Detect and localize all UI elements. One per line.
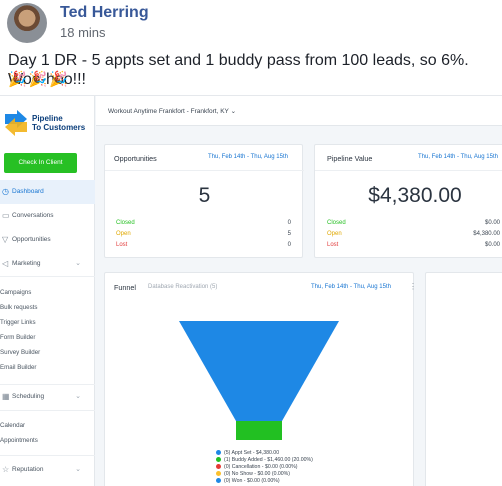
sidebar-item-dashboard[interactable]: ◷ Dashboard <box>0 180 95 204</box>
stat-label-closed: Closed <box>327 220 346 226</box>
sidebar-subitem-appointments[interactable]: Appointments <box>0 437 38 444</box>
divider <box>315 170 502 171</box>
side-panel-card <box>425 272 502 486</box>
sidebar-subitem-survey-builder[interactable]: Survey Builder <box>0 349 40 356</box>
stat-value-closed: $0.00 <box>484 220 500 226</box>
legend-label: (5) Appt Set - $4,380.00 <box>224 450 280 456</box>
megaphone-icon: ◁ <box>2 259 9 268</box>
stat-value-lost: $0.00 <box>484 242 500 248</box>
date-range[interactable]: Thu, Feb 14th - Thu, Aug 15th <box>418 154 498 160</box>
sidebar-item-label: Marketing <box>12 260 41 267</box>
legend-dot <box>216 478 221 483</box>
more-options-icon[interactable]: ⋮ <box>409 282 417 291</box>
pipeline-value-card: Pipeline Value Thu, Feb 14th - Thu, Aug … <box>314 144 502 258</box>
stat-value-lost: 0 <box>287 242 291 248</box>
author-avatar[interactable] <box>7 3 47 43</box>
top-bar: Workout Anytime Frankfort - Frankfort, K… <box>96 96 502 126</box>
legend-dot <box>216 457 221 462</box>
sidebar-item-scheduling[interactable]: ▦ Scheduling ⌄ <box>0 385 95 409</box>
sidebar-item-opportunities[interactable]: ▽ Opportunities <box>0 228 95 252</box>
legend-item: (0) No Show - $0.00 (0.00%) <box>216 471 290 477</box>
stat-value-open: 5 <box>287 231 291 237</box>
author-name[interactable]: Ted Herring <box>60 4 149 22</box>
sidebar-subitem-bulk-requests[interactable]: Bulk requests <box>0 304 38 311</box>
legend-label: (1) Buddy Added - $1,460.00 (20.00%) <box>224 457 313 463</box>
calendar-icon: ▦ <box>2 392 10 401</box>
star-icon: ☆ <box>2 465 10 474</box>
sidebar-item-label: Conversations <box>12 212 54 219</box>
chat-icon: ▭ <box>2 211 10 220</box>
chevron-down-icon: ⌄ <box>75 260 81 267</box>
sidebar-item-conversations[interactable]: ▭ Conversations <box>0 204 95 228</box>
legend-dot <box>216 450 221 455</box>
funnel-card: Funnel Database Reactivation (5) Thu, Fe… <box>104 272 417 486</box>
sidebar-item-marketing[interactable]: ◁ Marketing ⌄ <box>0 252 95 276</box>
app-logo: Pipeline To Customers <box>3 108 93 142</box>
chevron-down-icon: ⌄ <box>75 393 81 400</box>
legend-item: (5) Appt Set - $4,380.00 <box>216 450 279 456</box>
funnel-stage-buddy-added[interactable] <box>236 421 282 440</box>
sidebar-subitem-campaigns[interactable]: Campaigns <box>0 289 31 296</box>
date-range[interactable]: Thu, Feb 14th - Thu, Aug 15th <box>208 154 288 160</box>
card-title: Pipeline Value <box>327 154 373 163</box>
post-timestamp[interactable]: 18 mins <box>60 25 106 40</box>
sidebar-item-label: Scheduling <box>12 393 45 400</box>
sidebar-item-reputation[interactable]: ☆ Reputation ⌄ <box>0 458 95 482</box>
location-name: Workout Anytime Frankfort - Frankfort, K… <box>108 108 229 115</box>
sidebar-subitem-calendar[interactable]: Calendar <box>0 422 25 429</box>
legend-dot <box>216 471 221 476</box>
sidebar: Pipeline To Customers Check In Client ◷ … <box>0 96 95 486</box>
check-in-client-button[interactable]: Check In Client <box>4 153 77 173</box>
sidebar-subitem-form-builder[interactable]: Form Builder <box>0 334 35 341</box>
sidebar-subitem-email-builder[interactable]: Email Builder <box>0 364 36 371</box>
stat-value-open: $4,380.00 <box>473 231 500 237</box>
legend-item: (0) Cancellation - $0.00 (0.00%) <box>216 464 298 470</box>
sidebar-subitem-trigger-links[interactable]: Trigger Links <box>0 319 36 326</box>
legend-item: (1) Buddy Added - $1,460.00 (20.00%) <box>216 457 313 463</box>
legend-label: (0) Won - $0.00 (0.00%) <box>224 478 280 484</box>
funnel-chart <box>179 321 339 440</box>
location-selector[interactable]: Workout Anytime Frankfort - Frankfort, K… <box>108 107 236 115</box>
legend-label: (0) Cancellation - $0.00 (0.00%) <box>224 464 298 470</box>
party-popper-emojis: 🎉🎉🎉 <box>8 71 71 88</box>
logo-text: Pipeline To Customers <box>32 114 85 132</box>
facebook-post: Ted Herring 18 mins Day 1 DR - 5 appts s… <box>0 0 502 486</box>
funnel-pipeline-name[interactable]: Database Reactivation (5) <box>148 284 217 290</box>
sidebar-item-label: Reputation <box>12 466 44 473</box>
card-title: Opportunities <box>114 154 157 163</box>
opportunities-card: Opportunities Thu, Feb 14th - Thu, Aug 1… <box>104 144 304 258</box>
chevron-down-icon: ⌄ <box>230 108 237 115</box>
date-range[interactable]: Thu, Feb 14th - Thu, Aug 15th <box>311 284 391 290</box>
divider <box>0 410 95 411</box>
stat-label-open: Open <box>116 231 131 237</box>
sidebar-item-label: Dashboard <box>12 188 44 195</box>
opportunities-total: 5 <box>198 184 211 207</box>
stat-label-closed: Closed <box>116 220 135 226</box>
post-text: Day 1 DR - 5 appts set and 1 buddy pass … <box>8 52 469 88</box>
legend-label: (0) No Show - $0.00 (0.00%) <box>224 471 291 477</box>
sidebar-item-label: Opportunities <box>12 236 51 243</box>
legend-dot <box>216 464 221 469</box>
divider <box>0 276 95 277</box>
funnel-stage-appt-set[interactable] <box>179 321 339 421</box>
filter-icon: ▽ <box>2 235 9 244</box>
stat-value-closed: 0 <box>287 220 291 226</box>
pipeline-arrows-icon <box>5 110 27 136</box>
stat-label-open: Open <box>327 231 342 237</box>
pipeline-value-total: $4,380.00 <box>368 184 462 207</box>
logo-line-2: To Customers <box>32 123 86 132</box>
divider <box>0 455 95 456</box>
chevron-down-icon: ⌄ <box>75 466 81 473</box>
card-title: Funnel <box>114 283 136 292</box>
legend-item: (0) Won - $0.00 (0.00%) <box>216 478 280 484</box>
dashboard-icon: ◷ <box>2 187 9 196</box>
dashboard-screenshot: Pipeline To Customers Check In Client ◷ … <box>0 95 502 486</box>
divider <box>105 170 304 171</box>
stat-label-lost: Lost <box>116 242 128 248</box>
logo-line-1: Pipeline <box>32 114 63 123</box>
stat-label-lost: Lost <box>327 242 339 248</box>
